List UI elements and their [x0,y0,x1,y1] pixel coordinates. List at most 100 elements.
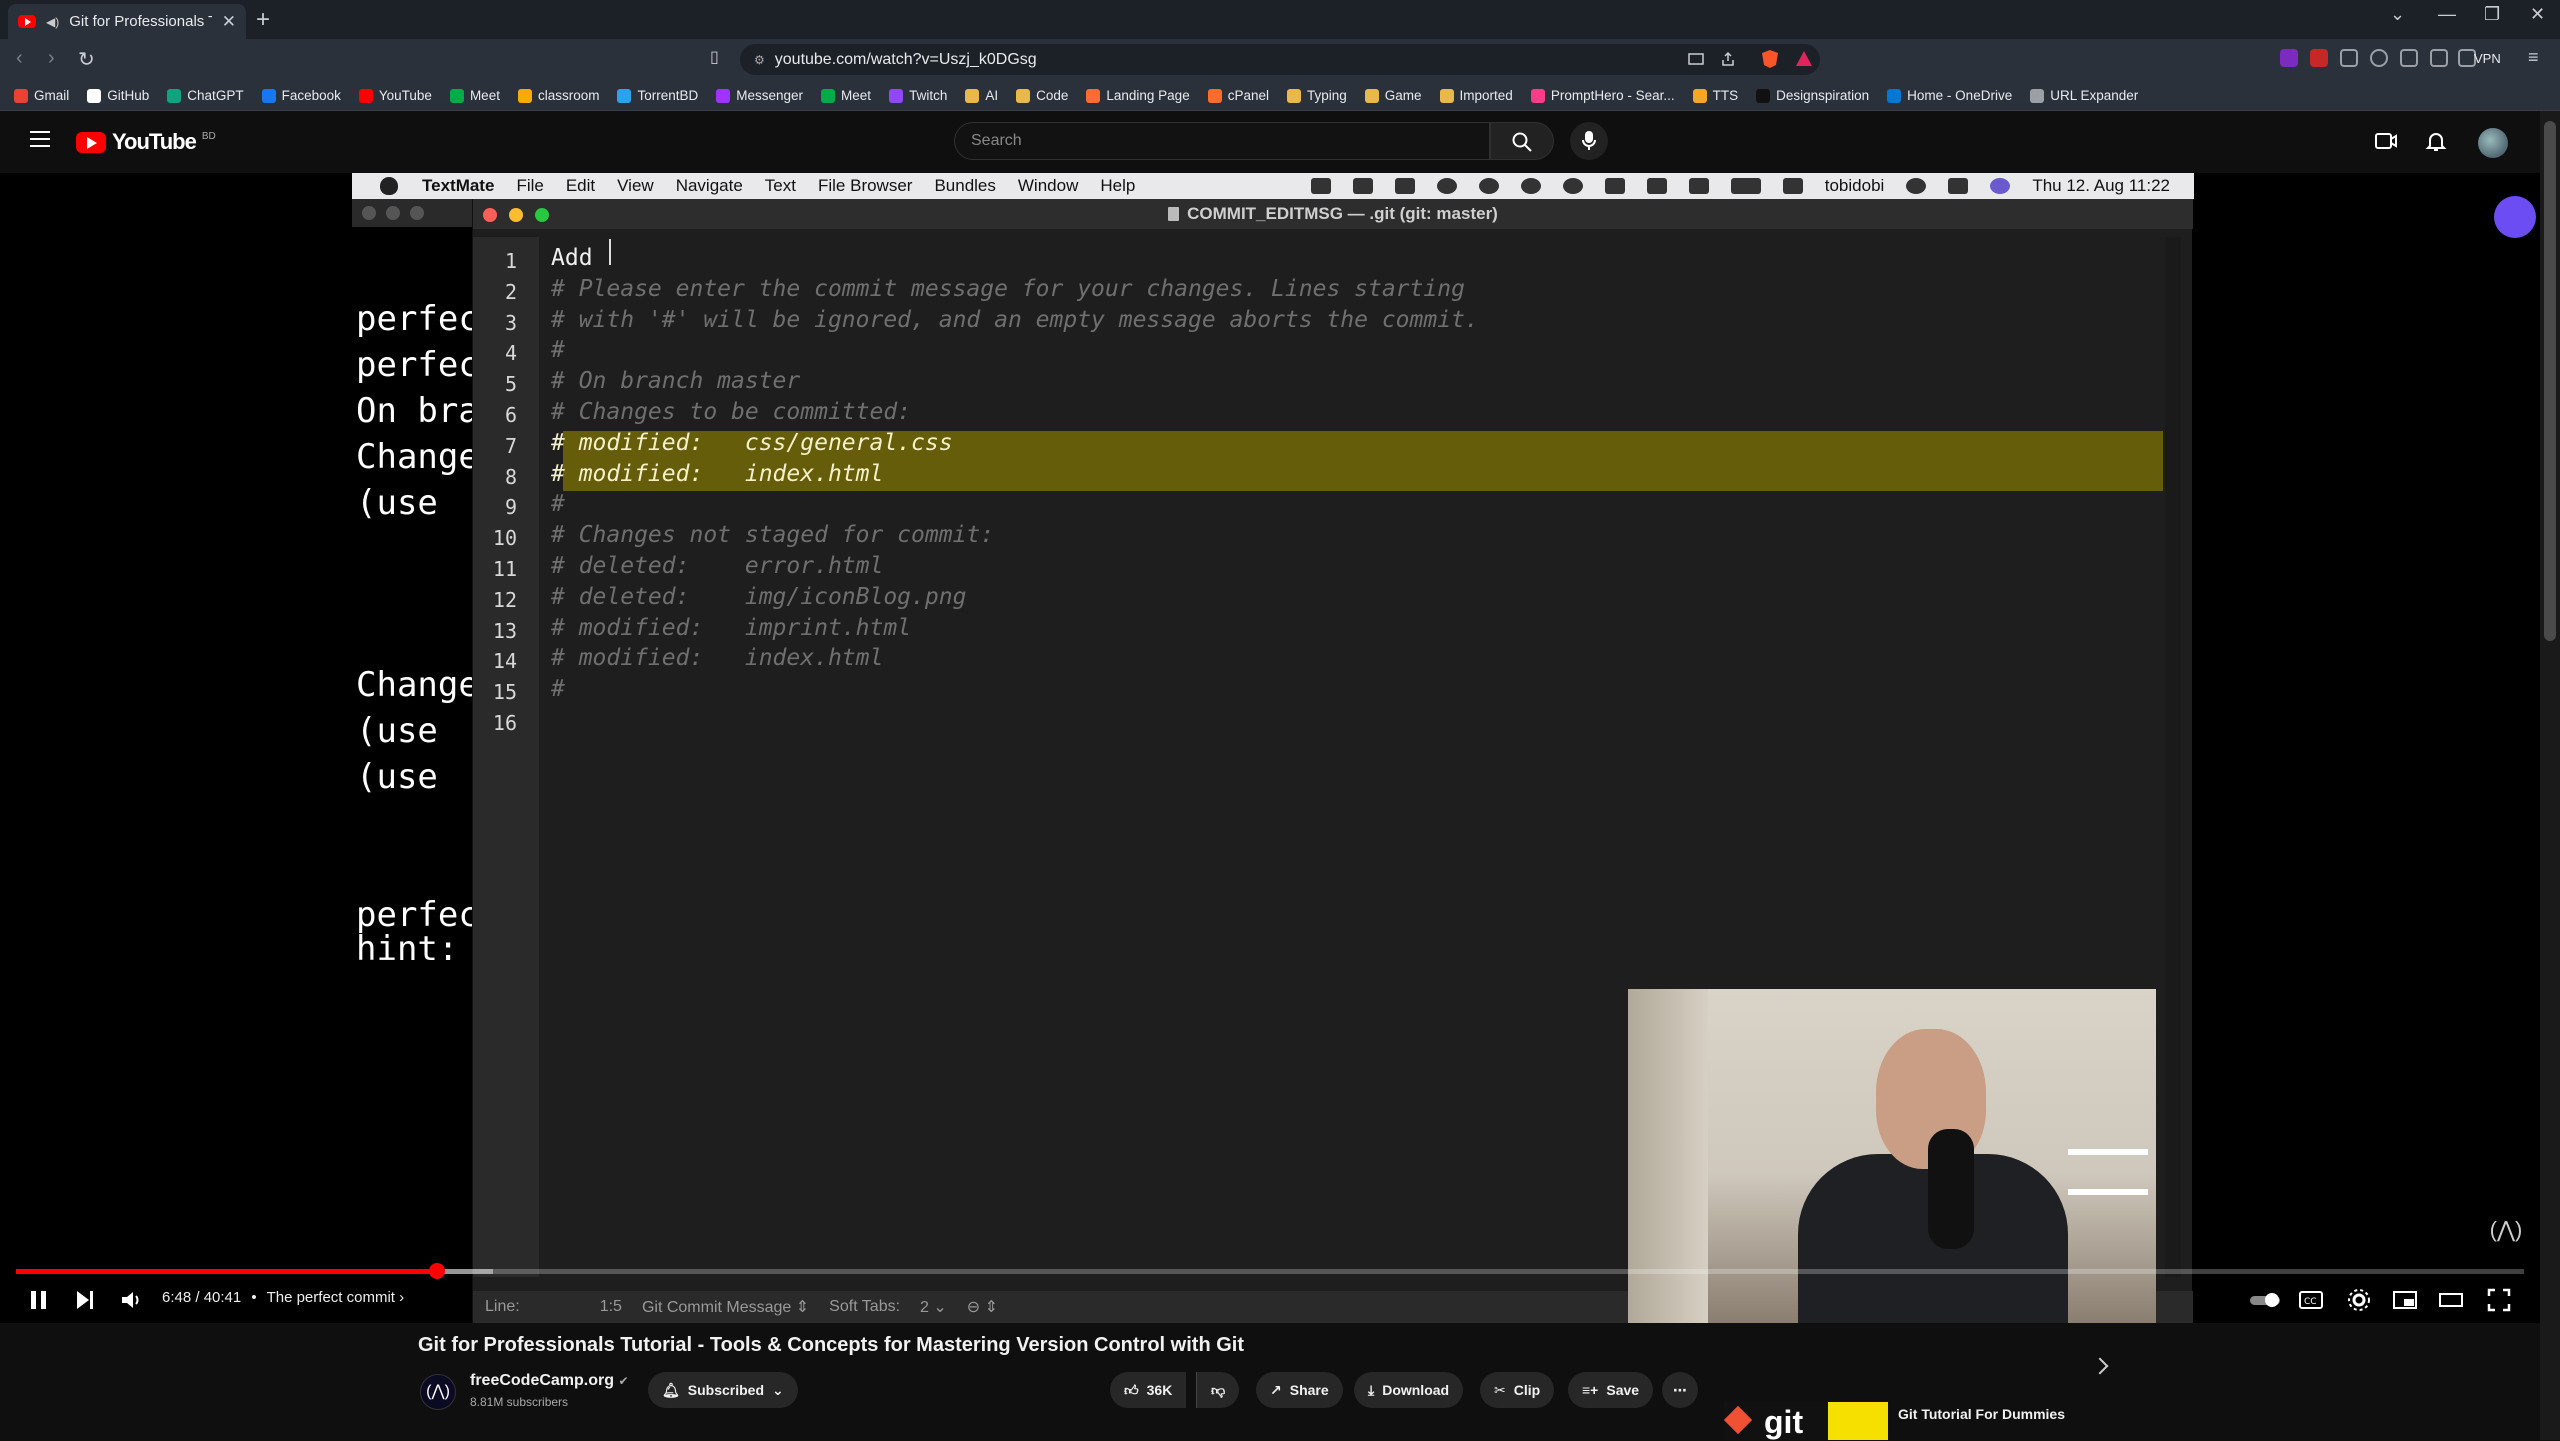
bookmark-item[interactable]: classroom [517,88,599,103]
floating-extension-icon[interactable] [2494,196,2536,238]
sidebar-toggle-icon[interactable] [2430,49,2448,67]
bookmark-item[interactable]: Messenger [716,88,803,103]
chapter-title[interactable]: The perfect commit [267,1289,395,1306]
browser-menu-icon[interactable]: ≡ [2528,47,2539,68]
music-icon[interactable] [2370,49,2388,67]
bookmark-item[interactable]: Code [1016,88,1068,103]
brave-shield-icon[interactable] [1760,49,1780,69]
page-scrollbar-thumb[interactable] [2544,121,2556,641]
related-video-item[interactable]: git Git Tutorial For Dummies [1723,1402,2065,1440]
new-tab-button[interactable]: + [256,6,270,34]
bookmark-item[interactable]: Home - OneDrive [1887,88,2012,103]
save-button[interactable]: ≡+ Save [1568,1372,1654,1408]
bookmark-item[interactable]: Gmail [14,88,69,103]
bookmark-item[interactable]: Meet [449,88,500,103]
reload-icon[interactable]: ↻ [78,47,95,72]
code-line[interactable]: # modified: index.html [551,461,883,487]
code-line[interactable]: # [551,676,565,702]
channel-watermark-icon[interactable]: (⋀) [2484,1217,2528,1261]
channel-name[interactable]: freeCodeCamp.org ✔ [470,1372,629,1390]
download-button[interactable]: ⤓ Download [1354,1372,1464,1408]
code-line[interactable]: Add [551,245,606,271]
bookmark-item[interactable]: PromptHero - Sear... [1530,88,1675,103]
bookmark-item[interactable]: URL Expander [2030,88,2138,103]
brave-rewards-icon[interactable] [1794,49,1814,69]
bookmark-item[interactable]: TorrentBD [617,88,698,103]
chapter-chevron-icon[interactable]: › [399,1289,404,1306]
bookmark-item[interactable]: Game [1364,88,1422,103]
bookmark-item[interactable]: Typing [1286,88,1347,103]
chevron-right-icon[interactable] [2091,1357,2109,1375]
code-line[interactable]: # On branch master [551,368,800,394]
code-line[interactable]: # modified: index.html [551,645,883,671]
account-avatar[interactable] [2478,128,2508,158]
subscribed-button[interactable]: 🔔︎ Subscribed ⌄ [648,1372,798,1408]
close-tab-icon[interactable]: ✕ [222,12,236,32]
code-line[interactable]: # [551,337,565,363]
close-window-button[interactable]: ✕ [2530,4,2545,25]
share-icon[interactable] [1720,51,1736,67]
bookmark-item[interactable]: TTS [1692,88,1738,103]
bookmark-item[interactable]: Landing Page [1086,88,1190,103]
code-line[interactable]: # Please enter the commit message for yo… [551,276,1465,302]
code-line[interactable]: # deleted: img/iconBlog.png [551,584,966,610]
channel-avatar[interactable]: (⋀) [420,1374,456,1410]
autoplay-toggle-icon[interactable] [2248,1287,2282,1313]
voice-search-button[interactable] [1570,122,1608,160]
tab-search-icon[interactable]: ⌄ [2390,4,2405,25]
extension-notion-icon[interactable] [2280,49,2298,67]
dislike-button[interactable]: 👎︎ [1196,1372,1240,1408]
search-button[interactable] [1490,122,1554,160]
address-bar[interactable]: ⚙ youtube.com/watch?v=Uszj_k0DGsg [740,44,1820,75]
forward-icon[interactable]: › [48,47,55,70]
bookmark-item[interactable]: AI [965,88,998,103]
youtube-logo[interactable]: YouTube BD [76,129,216,155]
code-line[interactable]: # modified: css/general.css [551,430,953,456]
bookmark-item[interactable]: GitHub [87,88,149,103]
like-button[interactable]: 👍︎ 36K [1110,1372,1187,1408]
bookmark-item[interactable]: Facebook [261,88,341,103]
code-line[interactable]: # with '#' will be ignored, and an empty… [551,307,1479,333]
minimize-button[interactable]: — [2438,4,2456,25]
share-button[interactable]: ↗ Share [1256,1372,1343,1408]
create-video-icon[interactable] [2374,129,2398,153]
code-line[interactable]: # Changes to be committed: [551,399,911,425]
code-line[interactable]: # [551,491,565,517]
site-info-icon[interactable]: ⚙ [754,53,765,67]
bookmark-item[interactable]: ChatGPT [167,88,244,103]
pause-icon[interactable] [26,1287,52,1313]
back-icon[interactable]: ‹ [16,47,23,70]
settings-gear-icon[interactable] [2346,1287,2372,1313]
related-video-title[interactable]: Git Tutorial For Dummies [1898,1406,2065,1422]
clip-button[interactable]: ✂ Clip [1480,1372,1555,1408]
search-input[interactable]: Search [954,122,1490,160]
next-video-icon[interactable] [72,1287,98,1313]
guide-menu-icon[interactable] [30,131,50,147]
vpn-button[interactable]: VPN [2474,51,2501,66]
extension-puzzle-icon[interactable] [2340,49,2358,67]
video-player[interactable]: TextMate File Edit View Navigate Text Fi… [0,173,2540,1323]
bookmark-item[interactable]: Imported [1439,88,1513,103]
more-actions-button[interactable]: ⋯ [1662,1372,1698,1408]
bookmark-page-icon[interactable]: ▯ [710,47,719,67]
cast-icon[interactable] [1688,51,1704,67]
volume-icon[interactable] [118,1287,144,1313]
downloads-icon[interactable] [2400,49,2418,67]
video-progress-bar[interactable] [16,1263,2524,1279]
bookmark-item[interactable]: Meet [821,88,871,103]
page-scrollbar[interactable] [2540,111,2560,1440]
code-line[interactable]: # modified: imprint.html [551,615,911,641]
bookmark-item[interactable]: cPanel [1207,88,1269,103]
bookmark-item[interactable]: Twitch [889,88,947,103]
notifications-bell-icon[interactable] [2424,129,2448,153]
captions-icon[interactable]: CC [2298,1287,2324,1313]
code-line[interactable]: # deleted: error.html [551,553,883,579]
theater-mode-icon[interactable] [2438,1287,2464,1313]
code-line[interactable]: # Changes not staged for commit: [551,522,994,548]
bookmark-item[interactable]: YouTube [358,88,432,103]
bookmark-item[interactable]: Designspiration [1756,88,1869,103]
browser-tab-active[interactable]: ◀) Git for Professionals Tutorial ✕ [8,4,246,39]
fullscreen-icon[interactable] [2486,1287,2512,1313]
maximize-button[interactable]: ❐ [2484,4,2500,25]
miniplayer-icon[interactable] [2392,1287,2418,1313]
